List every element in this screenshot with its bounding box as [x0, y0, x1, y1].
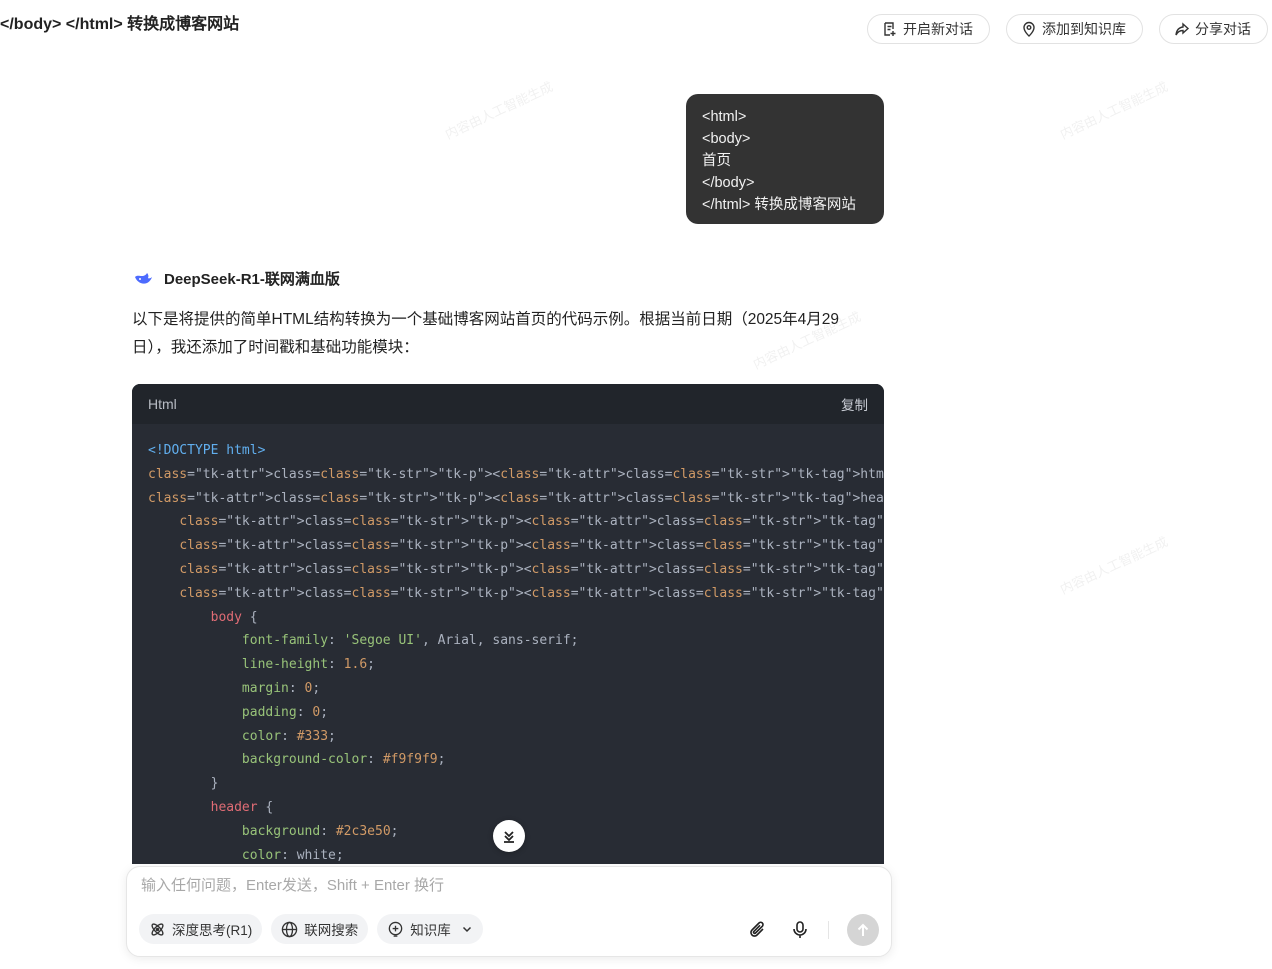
watermark: 内容由人工智能生成 [1057, 78, 1171, 142]
header-actions: 开启新对话 添加到知识库 分享对话 [867, 14, 1268, 44]
knowledge-base-dropdown[interactable]: 知识库 [377, 914, 483, 944]
chat-composer: 深度思考(R1) 联网搜索 知识库 [126, 866, 892, 957]
code-line: margin: 0; [241, 680, 321, 696]
deep-think-toggle[interactable]: 深度思考(R1) [139, 914, 263, 944]
page-title: </body> </html> 转换成博客网站 [0, 16, 240, 33]
user-message-line: </html> 转换成博客网站 [702, 197, 856, 213]
knowledge-base-icon [388, 921, 403, 937]
share-chat-button[interactable]: 分享对话 [1159, 14, 1268, 44]
assistant-name: DeepSeek-R1-联网满血版 [164, 271, 340, 288]
code-line: <!DOCTYPE html> [148, 443, 266, 458]
globe-icon [282, 921, 298, 937]
code-line: } [148, 776, 219, 792]
location-pin-icon [1023, 21, 1035, 37]
user-message-line: <html> [702, 109, 747, 125]
chevron-down-icon [504, 831, 514, 843]
code-line: padding: 0; [241, 704, 329, 720]
code-language-label: Html [148, 396, 177, 412]
code-body: <!DOCTYPE html> class="tk-attr">class=cla… [132, 424, 884, 864]
share-chat-label: 分享对话 [1195, 21, 1251, 37]
deep-think-label: 深度思考(R1) [172, 923, 253, 938]
composer-tools: 深度思考(R1) 联网搜索 知识库 [139, 914, 483, 944]
user-message-line: <body> [702, 131, 751, 147]
paperclip-icon [750, 921, 764, 937]
add-to-knowledge-base-button[interactable]: 添加到知识库 [1006, 14, 1143, 44]
web-search-label: 联网搜索 [304, 923, 359, 938]
code-line: color: #333; [241, 728, 336, 744]
attach-file-button[interactable] [744, 915, 772, 945]
assistant-intro-text: 以下是将提供的简单HTML结构转换为一个基础博客网站首页的代码示例。根据当前日期… [132, 311, 840, 356]
copy-code-button[interactable]: 复制 [841, 394, 868, 414]
user-message-line: </body> [702, 175, 755, 191]
voice-input-button[interactable] [786, 915, 814, 945]
code-line: class="tk-attr">class=class="tk-str">"tk… [179, 561, 884, 577]
new-chat-label: 开启新对话 [903, 21, 973, 37]
code-line: class="tk-attr">class=class="tk-str">"tk… [148, 490, 884, 506]
code-line: header { [210, 799, 274, 815]
code-line: class="tk-attr">class=class="tk-str">"tk… [179, 538, 884, 554]
code-line: background-color: #f9f9f9; [241, 752, 446, 768]
user-message-line: 首页 [702, 153, 731, 169]
chat-input[interactable] [141, 877, 861, 894]
code-line: class="tk-attr">class=class="tk-str">"tk… [179, 514, 884, 530]
microphone-icon [793, 921, 807, 938]
add-to-knowledge-base-label: 添加到知识库 [1042, 21, 1126, 37]
web-search-toggle[interactable]: 联网搜索 [271, 914, 369, 944]
watermark: 内容由人工智能生成 [442, 78, 556, 142]
scroll-to-bottom-button[interactable] [493, 820, 525, 852]
whale-logo-icon [135, 272, 152, 284]
knowledge-base-label: 知识库 [410, 923, 451, 938]
assistant-header: DeepSeek-R1-联网满血版 [134, 268, 340, 289]
code-line: class="tk-attr">class=class="tk-str">"tk… [148, 466, 884, 482]
code-line: line-height: 1.6; [241, 657, 375, 673]
send-button[interactable] [847, 914, 879, 946]
code-block-header: Html 复制 [132, 384, 884, 424]
watermark: 内容由人工智能生成 [1057, 533, 1171, 597]
code-line: font-family: 'Segoe UI', Arial, sans-ser… [241, 633, 579, 649]
share-icon [1175, 22, 1190, 36]
chevron-down-icon [462, 926, 471, 933]
deep-think-icon [151, 922, 164, 936]
code-block: Html 复制 <!DOCTYPE html> class="tk-attr">c… [132, 384, 884, 864]
arrow-up-icon [857, 923, 869, 936]
composer-right-tools [744, 914, 879, 946]
divider [828, 921, 829, 939]
new-chat-button[interactable]: 开启新对话 [867, 14, 990, 44]
code-line: class="tk-attr">class=class="tk-str">"tk… [179, 585, 884, 601]
user-message-bubble: <html> <body> 首页 </body> </html> 转换成博客网站 [686, 94, 884, 224]
code-line: body { [210, 609, 258, 625]
new-chat-icon [884, 22, 896, 36]
